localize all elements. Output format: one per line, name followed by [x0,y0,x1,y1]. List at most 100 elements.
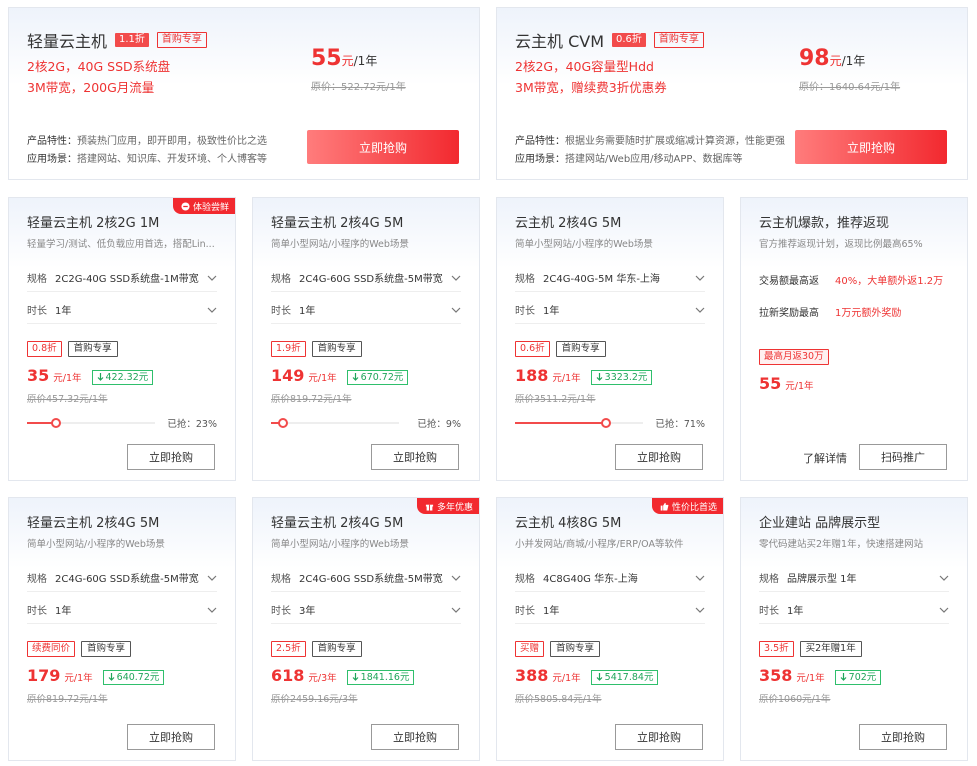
product-card: 轻量云主机 2核4G 5M 简单小型网站/小程序的Web场景 规格 2C4G-6… [8,497,236,761]
thumbs-up-icon [660,502,669,511]
duration-select[interactable]: 时长 1年 [27,596,217,624]
duration-select[interactable]: 时长 1年 [515,296,705,324]
feature-line: 产品特性：根据业务需要随时扩展或缩减计算资源，性能更强 [515,136,785,147]
renewal-badge: 续费同价 [27,641,76,657]
original-price: 原价1060元/1年 [759,694,831,705]
buy-button[interactable]: 立即抢购 [127,444,215,470]
card-title: 轻量云主机 2核4G 5M [271,216,404,231]
sold-progress: 已抢：9% [271,417,461,430]
card-title: 轻量云主机 2核4G 5M [271,516,404,531]
scene-line: 应用场景：搭建网站、知识库、开发环境、个人博客等 [27,154,267,165]
price: 149 元/1年 670.72元 [271,366,409,385]
saving-badge: 640.72元 [102,669,165,685]
buy-button[interactable]: 立即抢购 [795,130,947,164]
arrow-down-icon [97,373,103,381]
learn-more-link[interactable]: 了解详情 [803,450,847,466]
price: 35 元/1年 422.32元 [27,366,154,385]
sold-progress: 已抢：71% [515,417,705,430]
feature-line: 产品特性：预装热门应用，即开即用，极致性价比之选 [27,136,267,147]
first-purchase-badge: 首购专享 [550,641,601,657]
scan-promote-button[interactable]: 扫码推广 [859,444,947,470]
chevron-down-icon [451,275,461,281]
feature-ribbon: 多年优惠 [416,498,479,514]
price: 188 元/1年 3323.2元 [515,366,653,385]
card-title: 企业建站 品牌展示型 [759,516,881,531]
saving-badge: 422.32元 [91,369,154,385]
discount-badge: 2.5折 [271,641,306,657]
product-card: 轻量云主机 2核4G 5M 简单小型网站/小程序的Web场景 规格 2C4G-6… [252,197,480,481]
card-title: 轻量云主机 [27,32,108,51]
buy-button[interactable]: 立即抢购 [615,724,703,750]
duration-select[interactable]: 时长 1年 [271,296,461,324]
arrow-down-icon [352,673,359,681]
price: 179 元/1年 640.72元 [27,666,165,685]
buy-button[interactable]: 立即抢购 [307,130,459,164]
buy-button[interactable]: 立即抢购 [371,724,459,750]
product-card: 企业建站 品牌展示型 零代码建站买2年赠1年，快速搭建网站 规格 品牌展示型 1… [740,497,968,761]
buy-button[interactable]: 立即抢购 [127,724,215,750]
chevron-down-icon [451,307,461,313]
spec-select[interactable]: 规格 品牌展示型 1年 [759,564,949,592]
card-subtitle: 简单小型网站/小程序的Web场景 [27,539,165,550]
card-subtitle: 简单小型网站/小程序的Web场景 [515,239,653,250]
progress-knob [51,418,62,428]
sold-progress: 已抢：23% [27,417,217,430]
spec-select[interactable]: 规格 2C4G-40G-5M 华东-上海 [515,264,705,292]
arrow-down-icon [840,673,847,681]
chevron-down-icon [207,275,217,281]
card-subtitle: 简单小型网站/小程序的Web场景 [271,539,409,550]
buy-button[interactable]: 立即抢购 [371,444,459,470]
card-subtitle: 零代码建站买2年赠1年，快速搭建网站 [759,539,924,550]
card-subtitle: 官方推荐返现计划，返现比例最高65% [759,239,923,250]
spec-select[interactable]: 规格 2C4G-60G SSD系统盘-5M带宽 [27,564,217,592]
saving-badge: 1841.16元 [346,669,415,685]
arrow-down-icon [352,373,359,381]
arrow-down-icon [108,673,115,681]
buy-button[interactable]: 立即抢购 [859,724,947,750]
price: 98元/1年 [799,46,866,71]
saving-badge: 702元 [834,669,882,685]
chevron-down-icon [939,575,949,581]
chevron-down-icon [695,607,705,613]
discount-badge: 0.8折 [27,341,62,357]
card-title: 云主机 CVM [515,32,605,51]
scene-line: 应用场景：搭建网站/Web应用/移动APP、数据库等 [515,154,743,165]
first-purchase-badge: 首购专享 [81,641,132,657]
feature-ribbon: 体验尝鲜 [172,198,235,214]
spec-select[interactable]: 规格 2C2G-40G SSD系统盘-1M带宽 [27,264,217,292]
card-subtitle: 简单小型网站/小程序的Web场景 [271,239,409,250]
buy-button[interactable]: 立即抢购 [615,444,703,470]
duration-select[interactable]: 时长 1年 [759,596,949,624]
arrow-down-icon [596,373,603,381]
spec-select[interactable]: 规格 2C4G-60G SSD系统盘-5M带宽 [271,564,461,592]
duration-select[interactable]: 时长 1年 [27,296,217,324]
card-title: 云主机 2核4G 5M [515,216,622,231]
chevron-down-icon [695,275,705,281]
spec-line-2: 3M带宽，200G月流量 [27,80,155,95]
original-price: 原价819.72元/1年 [27,694,108,705]
card-title: 云主机爆款，推荐返现 [759,216,890,231]
rebate-card: 云主机爆款，推荐返现 官方推荐返现计划，返现比例最高65% 交易额最高返 40%… [740,197,968,481]
product-card: 体验尝鲜 轻量云主机 2核2G 1M 轻量学习/测试、低负载应用首选，搭配Lin… [8,197,236,481]
discount-badge: 1.1折 [115,33,149,47]
duration-select[interactable]: 时长 3年 [271,596,461,624]
chevron-down-icon [695,307,705,313]
promo-card-lighthouse: 轻量云主机 1.1折 首购专享 2核2G，40G SSD系统盘 3M带宽，200… [8,7,480,180]
original-price: 原价819.72元/1年 [271,394,352,405]
price: 358 元/1年 702元 [759,666,882,685]
saving-badge: 5417.84元 [590,669,659,685]
product-card: 性价比首选 云主机 4核8G 5M 小并发网站/商城/小程序/ERP/OA等软件… [496,497,724,761]
chevron-down-icon [207,607,217,613]
first-purchase-badge: 首购专享 [311,341,362,357]
duration-select[interactable]: 时长 1年 [515,596,705,624]
promo-card-cvm: 云主机 CVM 0.6折 首购专享 2核2G，40G容量型Hdd 3M带宽，赠续… [496,7,968,180]
spec-select[interactable]: 规格 4C8G40G 华东-上海 [515,564,705,592]
card-subtitle: 轻量学习/测试、低负载应用首选，搭配Lin... [27,239,215,250]
discount-badge: 0.6折 [612,33,646,47]
gift-badge: 买赠 [515,641,545,657]
spec-line-2: 3M带宽，赠续费3折优惠券 [515,80,667,95]
spec-select[interactable]: 规格 2C4G-60G SSD系统盘-5M带宽 [271,264,461,292]
price: 618 元/3年 1841.16元 [271,666,415,685]
product-card: 云主机 2核4G 5M 简单小型网站/小程序的Web场景 规格 2C4G-40G… [496,197,724,481]
chevron-down-icon [451,575,461,581]
